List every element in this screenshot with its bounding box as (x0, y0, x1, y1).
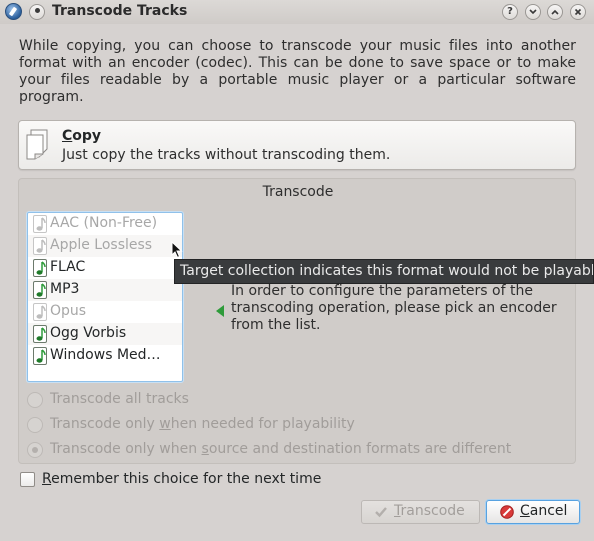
cancel-button-label: Cancel (520, 503, 568, 519)
window-menu-icon[interactable] (29, 4, 45, 20)
remember-choice-checkbox[interactable]: Remember this choice for the next time (20, 471, 350, 491)
radio-label: Transcode only when needed for playabili… (50, 416, 355, 432)
transcode-button[interactable]: Transcode (361, 500, 480, 524)
encoder-item-mp3[interactable]: MP3 (28, 279, 182, 301)
transcode-button-label: Transcode (394, 503, 465, 519)
chevron-up-icon (551, 9, 559, 15)
encoder-label: Opus (50, 303, 87, 319)
remember-choice-label: Remember this choice for the next time (42, 471, 322, 487)
close-button[interactable] (570, 4, 586, 20)
copy-title: Copy (62, 128, 102, 144)
encoder-item-apple-lossless[interactable]: Apple Lossless (28, 235, 182, 257)
music-note-icon (33, 281, 47, 299)
document-copy-icon (26, 129, 48, 160)
encoder-item-aac[interactable]: AAC (Non-Free) (28, 213, 182, 235)
mouse-pointer-icon (171, 241, 183, 259)
arrow-left-icon (216, 305, 224, 317)
help-button[interactable]: ? (502, 4, 518, 20)
music-note-icon (33, 259, 47, 277)
tooltip: Target collection indicates this format … (174, 259, 594, 284)
close-icon (574, 8, 582, 16)
cancel-button[interactable]: Cancel (486, 500, 580, 524)
encoder-label: AAC (Non-Free) (50, 215, 158, 231)
transcode-group: Transcode AAC (Non-Free) Apple Lossless … (18, 178, 576, 464)
app-icon[interactable] (5, 3, 22, 20)
encoder-hint-text: In order to configure the parameters of … (231, 283, 557, 333)
encoder-item-windows-media[interactable]: Windows Med… (28, 345, 182, 367)
checkmark-icon (375, 507, 387, 518)
transcode-group-title: Transcode (262, 184, 334, 200)
radio-indicator[interactable] (27, 442, 43, 458)
encoder-label: Windows Med… (50, 347, 161, 363)
title-bar[interactable]: Transcode Tracks ? (0, 0, 594, 24)
music-note-icon (33, 325, 47, 343)
radio-label: Transcode only when source and destinati… (50, 441, 512, 457)
description-text: While copying, you can choose to transco… (19, 38, 576, 105)
maximize-button[interactable] (547, 4, 563, 20)
encoder-item-opus[interactable]: Opus (28, 301, 182, 323)
encoder-label: Apple Lossless (50, 237, 153, 253)
checkbox-indicator[interactable] (20, 472, 35, 487)
minimize-button[interactable] (525, 4, 541, 20)
radio-indicator[interactable] (27, 417, 43, 433)
cancel-icon (500, 505, 514, 519)
music-note-icon (33, 237, 47, 255)
encoder-label: Ogg Vorbis (50, 325, 127, 341)
encoder-label: MP3 (50, 281, 80, 297)
encoder-list[interactable]: AAC (Non-Free) Apple Lossless FLAC MP3 O… (27, 212, 183, 382)
encoder-item-flac[interactable]: FLAC (28, 257, 182, 279)
music-note-icon (33, 303, 47, 321)
window-title: Transcode Tracks (52, 3, 188, 19)
music-note-icon (33, 347, 47, 365)
radio-label: Transcode all tracks (50, 391, 189, 407)
chevron-down-icon (529, 9, 537, 15)
encoder-item-ogg-vorbis[interactable]: Ogg Vorbis (28, 323, 182, 345)
encoder-label: FLAC (50, 259, 86, 275)
copy-subtitle: Just copy the tracks without transcoding… (62, 147, 391, 163)
music-note-icon (33, 215, 47, 233)
radio-indicator[interactable] (27, 392, 43, 408)
copy-button[interactable]: Copy Just copy the tracks without transc… (18, 120, 576, 170)
